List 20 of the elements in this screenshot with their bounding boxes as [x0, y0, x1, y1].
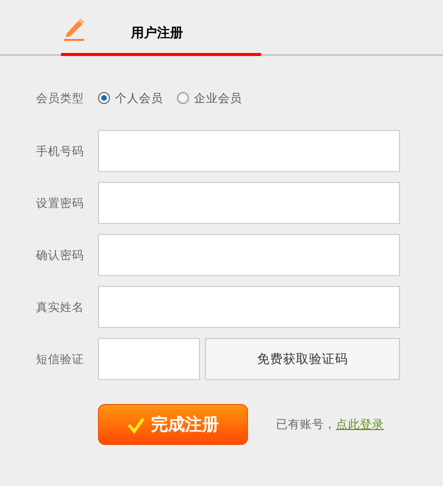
field-label: 设置密码: [35, 196, 85, 210]
field-label: 真实姓名: [35, 300, 85, 314]
input-field[interactable]: [98, 338, 200, 380]
radio-label[interactable]: 个人会员: [115, 90, 163, 106]
radio-button[interactable]: [177, 92, 189, 104]
input-field[interactable]: [98, 286, 400, 328]
field-label: 确认密码: [35, 248, 85, 262]
send-code-button[interactable]: 免费获取验证码: [205, 338, 400, 380]
field-label: 手机号码: [35, 144, 85, 158]
login-link[interactable]: 点此登录: [336, 417, 384, 431]
login-prompt: 已有账号，点此登录: [276, 417, 384, 432]
radio-button[interactable]: [98, 92, 110, 104]
input-field[interactable]: [98, 182, 400, 224]
tab[interactable]: 用户注册: [61, 12, 261, 56]
input-field[interactable]: [98, 130, 400, 172]
input-field[interactable]: [98, 234, 400, 276]
field-label: 短信验证: [35, 352, 85, 366]
field-label: 会员类型: [35, 90, 85, 106]
check-icon: [127, 416, 145, 434]
radio-label[interactable]: 企业会员: [194, 90, 242, 106]
